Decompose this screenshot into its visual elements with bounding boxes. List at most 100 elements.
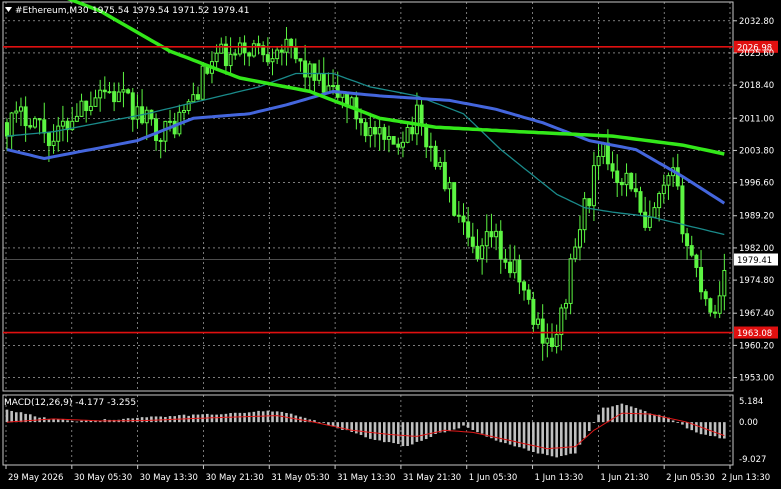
macd-hist-bar (396, 422, 400, 444)
candle-body (14, 110, 19, 114)
candle-body (587, 198, 592, 207)
macd-hist-bar (527, 422, 531, 451)
candle-body (703, 291, 708, 300)
macd-hist-bar (10, 410, 13, 423)
candle-body (200, 65, 205, 100)
candle-body (9, 112, 14, 137)
candle-body (135, 106, 140, 120)
macd-hist-bar (271, 411, 274, 423)
candle-body (675, 167, 680, 187)
macd-hist-bar (238, 412, 242, 423)
x-tick-label: 30 May 05:30 (74, 473, 132, 483)
candle-body (372, 126, 377, 135)
candle-body (717, 295, 722, 314)
candle-body (554, 334, 559, 347)
macd-y-tick-label: -9.027 (739, 455, 766, 465)
current-price-label: 1979.41 (737, 256, 772, 266)
y-tick-label: 2018.40 (739, 81, 774, 91)
level-badge-label: 1963.08 (737, 329, 772, 339)
y-tick-label: 1967.40 (739, 309, 774, 319)
macd-hist-bar (634, 407, 638, 423)
candle-body (582, 198, 587, 231)
candle-body (247, 52, 252, 57)
macd-hist-bar (532, 422, 535, 452)
symbol-label: #Ethereum,M30 (15, 6, 89, 16)
candle-body (23, 106, 28, 127)
macd-hist-bar (592, 422, 596, 423)
macd-hist-bar (140, 417, 144, 423)
macd-hist-bar (136, 417, 139, 423)
candle-body (563, 302, 568, 309)
candle-body (596, 155, 601, 167)
candle-body (531, 298, 536, 325)
y-tick-label: 1996.60 (739, 179, 774, 189)
candle-body (293, 46, 298, 60)
candle-body (456, 214, 461, 217)
candle-body (121, 89, 126, 93)
candle-body (661, 184, 666, 195)
macd-hist-bar (70, 420, 74, 423)
candle-body (396, 143, 401, 148)
candle-body (722, 270, 727, 297)
macd-hist-bar (247, 412, 251, 423)
macd-hist-bar (587, 422, 591, 431)
candle-body (5, 122, 9, 137)
macd-hist-bar (210, 414, 214, 423)
x-tick-label: 2 Jun 05:30 (666, 473, 715, 483)
candle-body (112, 91, 117, 103)
candle-body (438, 161, 443, 167)
candle-body (228, 53, 233, 67)
candle-body (605, 142, 610, 165)
candle-body (102, 89, 107, 93)
candle-body (51, 140, 56, 147)
macd-hist-bar (401, 422, 405, 447)
candle-body (28, 125, 33, 128)
candle-body (251, 43, 256, 57)
candle-body (270, 58, 275, 63)
candle-body (98, 89, 103, 99)
candle-body (116, 91, 121, 103)
macd-hist-bar (629, 406, 633, 423)
price-chart[interactable]: 2026.981963.081979.41 2032.802025.602018… (0, 0, 781, 489)
macd-hist-bar (387, 422, 391, 443)
x-tick-label: 30 May 21:30 (205, 473, 263, 483)
macd-hist-bar (322, 422, 326, 423)
candle-body (638, 191, 643, 213)
candle-body (256, 43, 261, 47)
macd-hist-bar (685, 422, 689, 429)
candle-body (303, 60, 308, 78)
dropdown-icon[interactable] (5, 7, 12, 12)
candle-body (107, 91, 112, 94)
macd-hist-bar (555, 422, 558, 458)
candle-body (298, 58, 303, 62)
macd-hist-bar (415, 422, 419, 442)
macd-hist-bar (573, 422, 577, 454)
candle-body (386, 136, 391, 140)
axes-layer: 2032.80 2025.60 2018.40 2011.00 2003.80 1996.… (5, 17, 774, 483)
macd-hist-bar (639, 409, 642, 423)
candle-body (279, 49, 284, 53)
candle-body (382, 127, 387, 140)
candle-body (559, 307, 564, 336)
candle-body (680, 185, 685, 235)
macd-hist-bar (471, 422, 475, 431)
macd-hist-bar (583, 422, 586, 439)
macd-hist-bar (676, 422, 680, 423)
candle-body (508, 261, 513, 274)
macd-hist-bar (224, 413, 228, 423)
macd-hist-bar (560, 422, 563, 457)
x-tick-label: 31 May 05:30 (271, 473, 329, 483)
macd-hist-bar (150, 416, 153, 423)
candle-body (405, 126, 410, 143)
candle-body (433, 145, 438, 167)
candle-body (624, 172, 629, 186)
macd-hist-bar (508, 422, 512, 445)
candle-body (657, 193, 662, 209)
candle-body (713, 311, 718, 314)
candle-body (32, 118, 37, 128)
candle-body (182, 109, 187, 113)
macd-hist-bar (597, 414, 600, 423)
candle-body (410, 126, 415, 135)
candle-body (666, 175, 671, 186)
candle-body (312, 63, 317, 81)
